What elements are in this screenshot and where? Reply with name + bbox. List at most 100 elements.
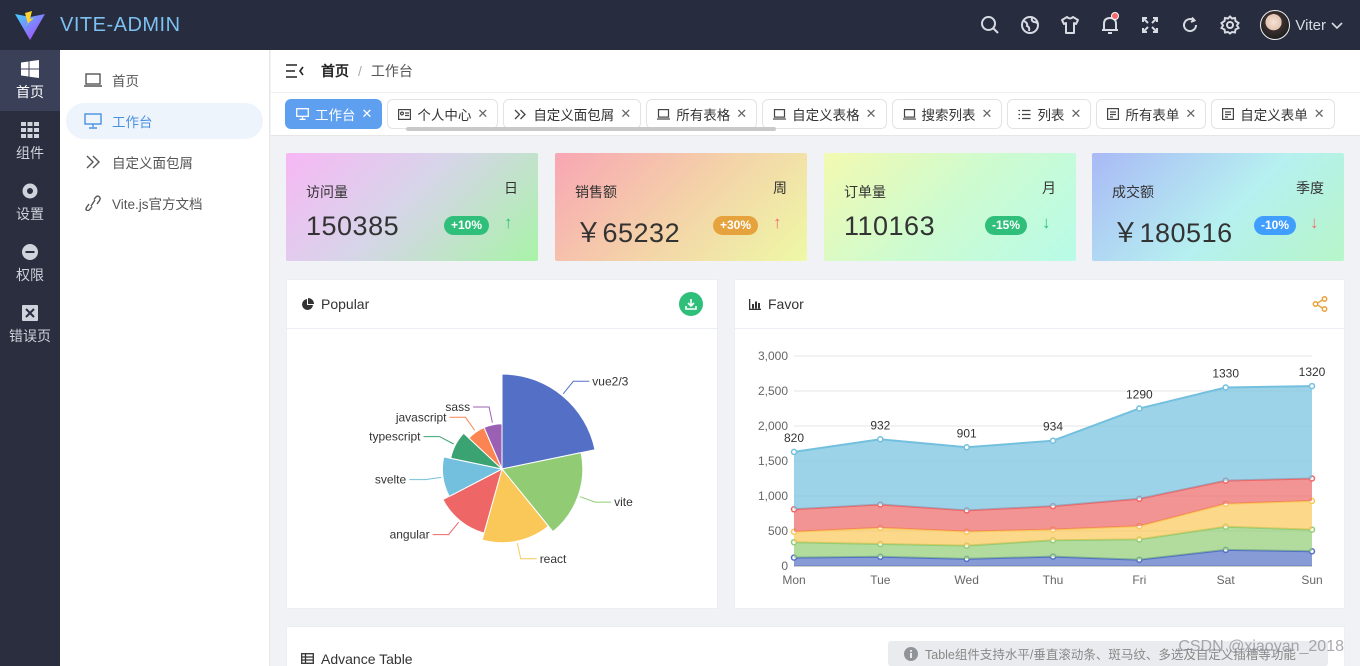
y-tick-label: 1,000 xyxy=(758,489,788,503)
y-tick-label: 3,000 xyxy=(758,349,788,363)
grid-icon xyxy=(21,121,39,138)
form-icon xyxy=(1107,108,1120,120)
pie-label-line xyxy=(473,406,493,423)
search-icon[interactable] xyxy=(970,0,1010,50)
stat-card-turnover: 成交额 季度 ￥180516 -10% ↓ xyxy=(1092,153,1344,261)
stat-period: 日 xyxy=(504,180,518,196)
close-icon[interactable]: ✕ xyxy=(866,106,877,122)
panel-title: Favor xyxy=(768,296,804,312)
stat-period: 月 xyxy=(1042,180,1056,196)
submenu-label: 自定义面包屑 xyxy=(112,156,193,171)
close-icon[interactable]: ✕ xyxy=(1185,106,1196,122)
collapse-menu-icon[interactable] xyxy=(285,63,305,79)
info-icon xyxy=(904,646,918,661)
data-point xyxy=(790,448,798,456)
vite-logo[interactable] xyxy=(0,0,60,50)
user-name: Viter xyxy=(1295,16,1326,34)
data-label: 1290 xyxy=(1126,388,1153,402)
tab-list[interactable]: 列表 ✕ xyxy=(1007,99,1092,129)
monitor-icon xyxy=(657,108,671,120)
pie-label: typescript xyxy=(369,430,421,444)
stat-name: 订单量 xyxy=(844,184,886,200)
pie-label: svelte xyxy=(375,473,407,487)
submenu-item-home[interactable]: 首页 xyxy=(66,62,263,98)
close-icon[interactable]: ✕ xyxy=(620,106,631,122)
data-point xyxy=(1222,384,1229,391)
stat-card-orders: 订单量 月 110163 -15% ↓ xyxy=(824,153,1076,261)
rail-item-home[interactable]: 首页 xyxy=(0,50,60,111)
refresh-icon[interactable] xyxy=(1170,0,1210,50)
pie-label: vite xyxy=(614,495,633,509)
data-point xyxy=(1136,405,1143,412)
tab-all-tables[interactable]: 所有表格 ✕ xyxy=(646,99,758,129)
y-tick-label: 500 xyxy=(768,524,788,538)
close-icon[interactable]: ✕ xyxy=(1314,106,1325,122)
submenu-item-workbench[interactable]: 工作台 xyxy=(66,103,263,139)
close-icon[interactable]: ✕ xyxy=(736,106,747,122)
sub-menu: 首页 工作台 自定义面包屑 Vite.js官方文档 xyxy=(60,50,270,666)
tab-custom-table[interactable]: 自定义表格 ✕ xyxy=(762,99,887,129)
stat-name: 销售额 xyxy=(575,184,617,200)
form-icon xyxy=(1222,108,1235,120)
data-point xyxy=(963,444,970,451)
share-icon[interactable] xyxy=(1312,296,1328,312)
rail-item-components[interactable]: 组件 xyxy=(0,111,60,172)
breadcrumb-home[interactable]: 首页 xyxy=(321,61,349,81)
pie-label: sass xyxy=(445,400,470,414)
stat-change-badge: -10% xyxy=(1254,216,1297,235)
bar-chart-icon xyxy=(749,298,761,310)
tab-all-forms[interactable]: 所有表单 ✕ xyxy=(1096,99,1207,129)
close-icon[interactable]: ✕ xyxy=(982,106,993,122)
tab-workbench[interactable]: 工作台 ✕ xyxy=(285,99,383,129)
pie-label: angular xyxy=(390,528,430,542)
gear-icon xyxy=(22,183,38,198)
content-header: 首页 / 工作台 xyxy=(271,50,1360,92)
close-square-icon xyxy=(22,304,38,321)
tab-profile[interactable]: 个人中心 ✕ xyxy=(387,99,499,129)
data-point xyxy=(1308,382,1316,390)
monitor-icon xyxy=(84,73,102,87)
user-menu[interactable]: Viter xyxy=(1260,10,1344,40)
close-icon[interactable]: ✕ xyxy=(1070,106,1081,122)
submenu-item-vite-docs[interactable]: Vite.js官方文档 xyxy=(66,185,263,221)
arrow-down-icon: ↓ xyxy=(1310,213,1319,232)
top-bar: VITE-ADMIN Viter xyxy=(0,0,1360,50)
rail-item-error-page[interactable]: 错误页 xyxy=(0,294,60,355)
watermark: CSDN @xiaoyan_2018 xyxy=(1178,638,1344,655)
gear-icon[interactable] xyxy=(1210,0,1250,50)
tab-custom-form[interactable]: 自定义表单 ✕ xyxy=(1211,99,1335,129)
submenu-label: Vite.js官方文档 xyxy=(112,197,203,212)
breadcrumb-separator: / xyxy=(358,63,362,79)
tab-label: 工作台 xyxy=(315,108,356,123)
stat-name: 访问量 xyxy=(306,184,348,200)
shirt-icon[interactable] xyxy=(1050,0,1090,50)
windows-icon xyxy=(21,59,39,78)
globe-icon[interactable] xyxy=(1010,0,1050,50)
stat-value: ￥180516 xyxy=(1112,218,1233,248)
download-button[interactable] xyxy=(679,292,703,316)
list-icon xyxy=(1018,109,1031,119)
stat-period: 季度 xyxy=(1296,180,1324,196)
close-icon[interactable]: ✕ xyxy=(477,106,488,122)
data-label: 820 xyxy=(784,431,804,445)
pie-label-line xyxy=(423,436,454,445)
data-label: 934 xyxy=(1043,420,1063,434)
bell-icon[interactable] xyxy=(1090,0,1130,50)
pie-label: javascript xyxy=(395,410,447,424)
tab-scrollbar[interactable] xyxy=(406,127,776,131)
rail-item-settings[interactable]: 设置 xyxy=(0,172,60,233)
submenu-item-custom-breadcrumb[interactable]: 自定义面包屑 xyxy=(66,144,263,180)
tab-custom-breadcrumb[interactable]: 自定义面包屑 ✕ xyxy=(503,99,642,129)
tab-search-list[interactable]: 搜索列表 ✕ xyxy=(891,99,1003,129)
rail-item-permission[interactable]: 权限 xyxy=(0,233,60,294)
tab-label: 自定义表单 xyxy=(1240,108,1308,123)
main-nav-rail: 首页 组件 设置 权限 错误页 xyxy=(0,50,60,666)
close-icon[interactable]: ✕ xyxy=(362,106,373,122)
arrow-up-icon: ↑ xyxy=(504,213,513,232)
breadcrumb-current: 工作台 xyxy=(370,63,413,79)
y-tick-label: 2,500 xyxy=(758,384,788,398)
rail-label: 设置 xyxy=(16,205,44,222)
data-label: 932 xyxy=(870,418,890,432)
favor-panel: Favor 0 500 1,000 1,500 2,000 2,500 3,000 Mon Tu… xyxy=(734,279,1345,609)
fullscreen-icon[interactable] xyxy=(1130,0,1170,50)
